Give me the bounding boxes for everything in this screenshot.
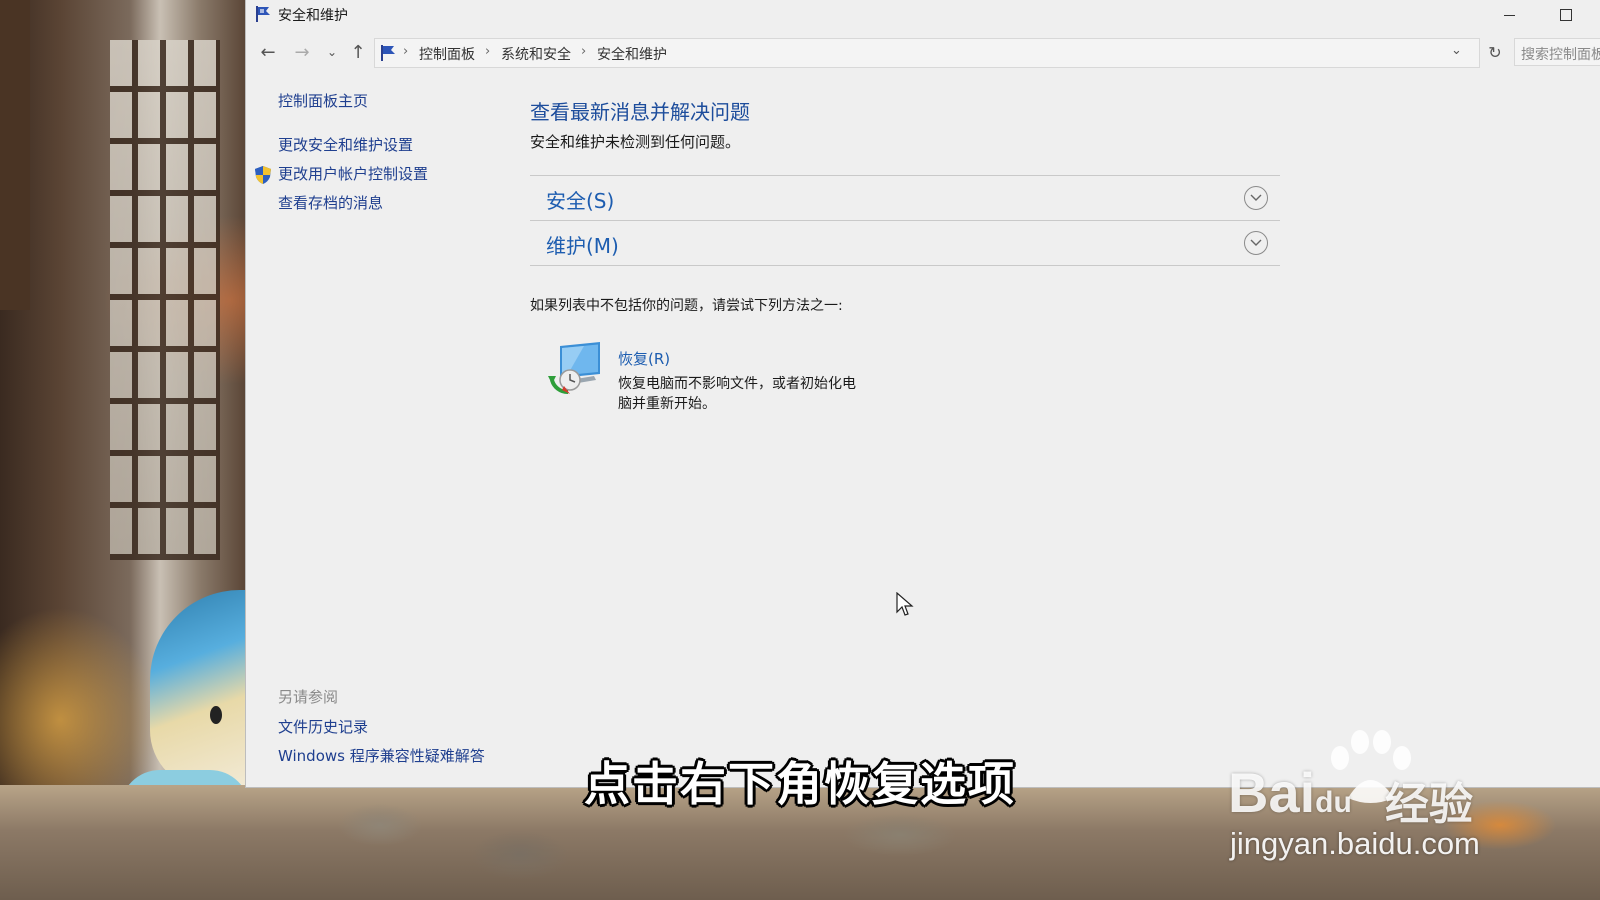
status-message: 安全和维护未检测到任何问题。 (530, 133, 741, 151)
breadcrumb-separator-icon: › (403, 44, 409, 59)
nav-control-panel-home[interactable]: 控制面板主页 (278, 90, 368, 111)
forward-arrow-icon: → (294, 41, 310, 63)
see-also-heading: 另请参阅 (278, 688, 339, 706)
nav-change-uac-settings[interactable]: 更改用户帐户控制设置 (278, 163, 428, 184)
section-maintenance[interactable]: 维护(M) (530, 220, 1280, 266)
recovery-icon[interactable] (546, 340, 604, 400)
wallpaper-character-eye (210, 706, 222, 724)
up-button[interactable]: ↑ (344, 38, 372, 66)
page-title: 查看最新消息并解决问题 (530, 100, 750, 124)
baidu-watermark-url: jingyan.baidu.com (1230, 826, 1480, 861)
forward-button[interactable]: → (288, 38, 316, 66)
refresh-icon: ↻ (1488, 42, 1502, 62)
address-bar: ← → ⌄ ↑ › 控制面板 › 系统和安全 › 安全和维护 ⌄ ↻ 搜索控制面… (246, 36, 1600, 68)
address-dropdown-icon[interactable]: ⌄ (1451, 43, 1462, 58)
breadcrumb-separator-icon: › (581, 44, 587, 59)
up-arrow-icon: ↑ (350, 41, 366, 63)
see-also-file-history[interactable]: 文件历史记录 (278, 716, 368, 737)
recent-locations-button[interactable]: ⌄ (318, 38, 346, 66)
section-maintenance-label: 维护(M) (546, 234, 619, 258)
chevron-down-icon[interactable] (1244, 231, 1268, 255)
wallpaper-sign (0, 0, 30, 310)
wallpaper-window (110, 40, 220, 560)
breadcrumb[interactable]: › 控制面板 › 系统和安全 › 安全和维护 ⌄ (374, 38, 1480, 68)
maximize-icon (1560, 9, 1572, 21)
back-arrow-icon: ← (260, 41, 276, 63)
breadcrumb-item-security-maintenance[interactable]: 安全和维护 (597, 44, 667, 64)
nav-change-security-settings[interactable]: 更改安全和维护设置 (278, 134, 413, 155)
breadcrumb-separator-icon: › (485, 44, 491, 59)
recovery-link[interactable]: 恢复(R) (618, 348, 670, 369)
minimize-icon (1503, 14, 1515, 16)
troubleshoot-hint: 如果列表中不包括你的问题，请尝试下列方法之一: (530, 298, 843, 314)
minimize-button[interactable] (1486, 0, 1532, 30)
control-panel-window: 安全和维护 ← → ⌄ ↑ › 控制面板 › 系统和安全 › 安全和维护 ⌄ ↻… (246, 0, 1600, 787)
title-bar[interactable]: 安全和维护 (246, 0, 1600, 30)
breadcrumb-item-control-panel[interactable]: 控制面板 (419, 44, 475, 64)
window-title: 安全和维护 (278, 8, 348, 24)
baidu-watermark-du: du (1315, 786, 1352, 819)
nav-view-archived-messages[interactable]: 查看存档的消息 (278, 192, 383, 213)
chevron-down-icon: ⌄ (326, 45, 338, 59)
back-button[interactable]: ← (254, 38, 282, 66)
baidu-watermark-logo: Baidu (1228, 760, 1352, 825)
recovery-description: 恢复电脑而不影响文件，或者初始化电脑并重新开始。 (618, 376, 856, 412)
flag-icon (379, 43, 399, 67)
refresh-button[interactable]: ↻ (1484, 40, 1506, 64)
section-security[interactable]: 安全(S) (530, 175, 1280, 220)
section-security-label: 安全(S) (546, 189, 615, 213)
baidu-watermark-bai: Bai (1228, 761, 1316, 824)
baidu-watermark-jingyan: 经验 (1385, 779, 1473, 830)
chevron-down-icon[interactable] (1244, 186, 1268, 210)
mouse-cursor-icon (896, 591, 914, 622)
breadcrumb-item-system-security[interactable]: 系统和安全 (501, 44, 571, 64)
uac-shield-icon (254, 165, 272, 189)
maximize-button[interactable] (1543, 0, 1589, 30)
search-input[interactable]: 搜索控制面板 (1514, 38, 1600, 66)
flag-icon (254, 4, 274, 28)
